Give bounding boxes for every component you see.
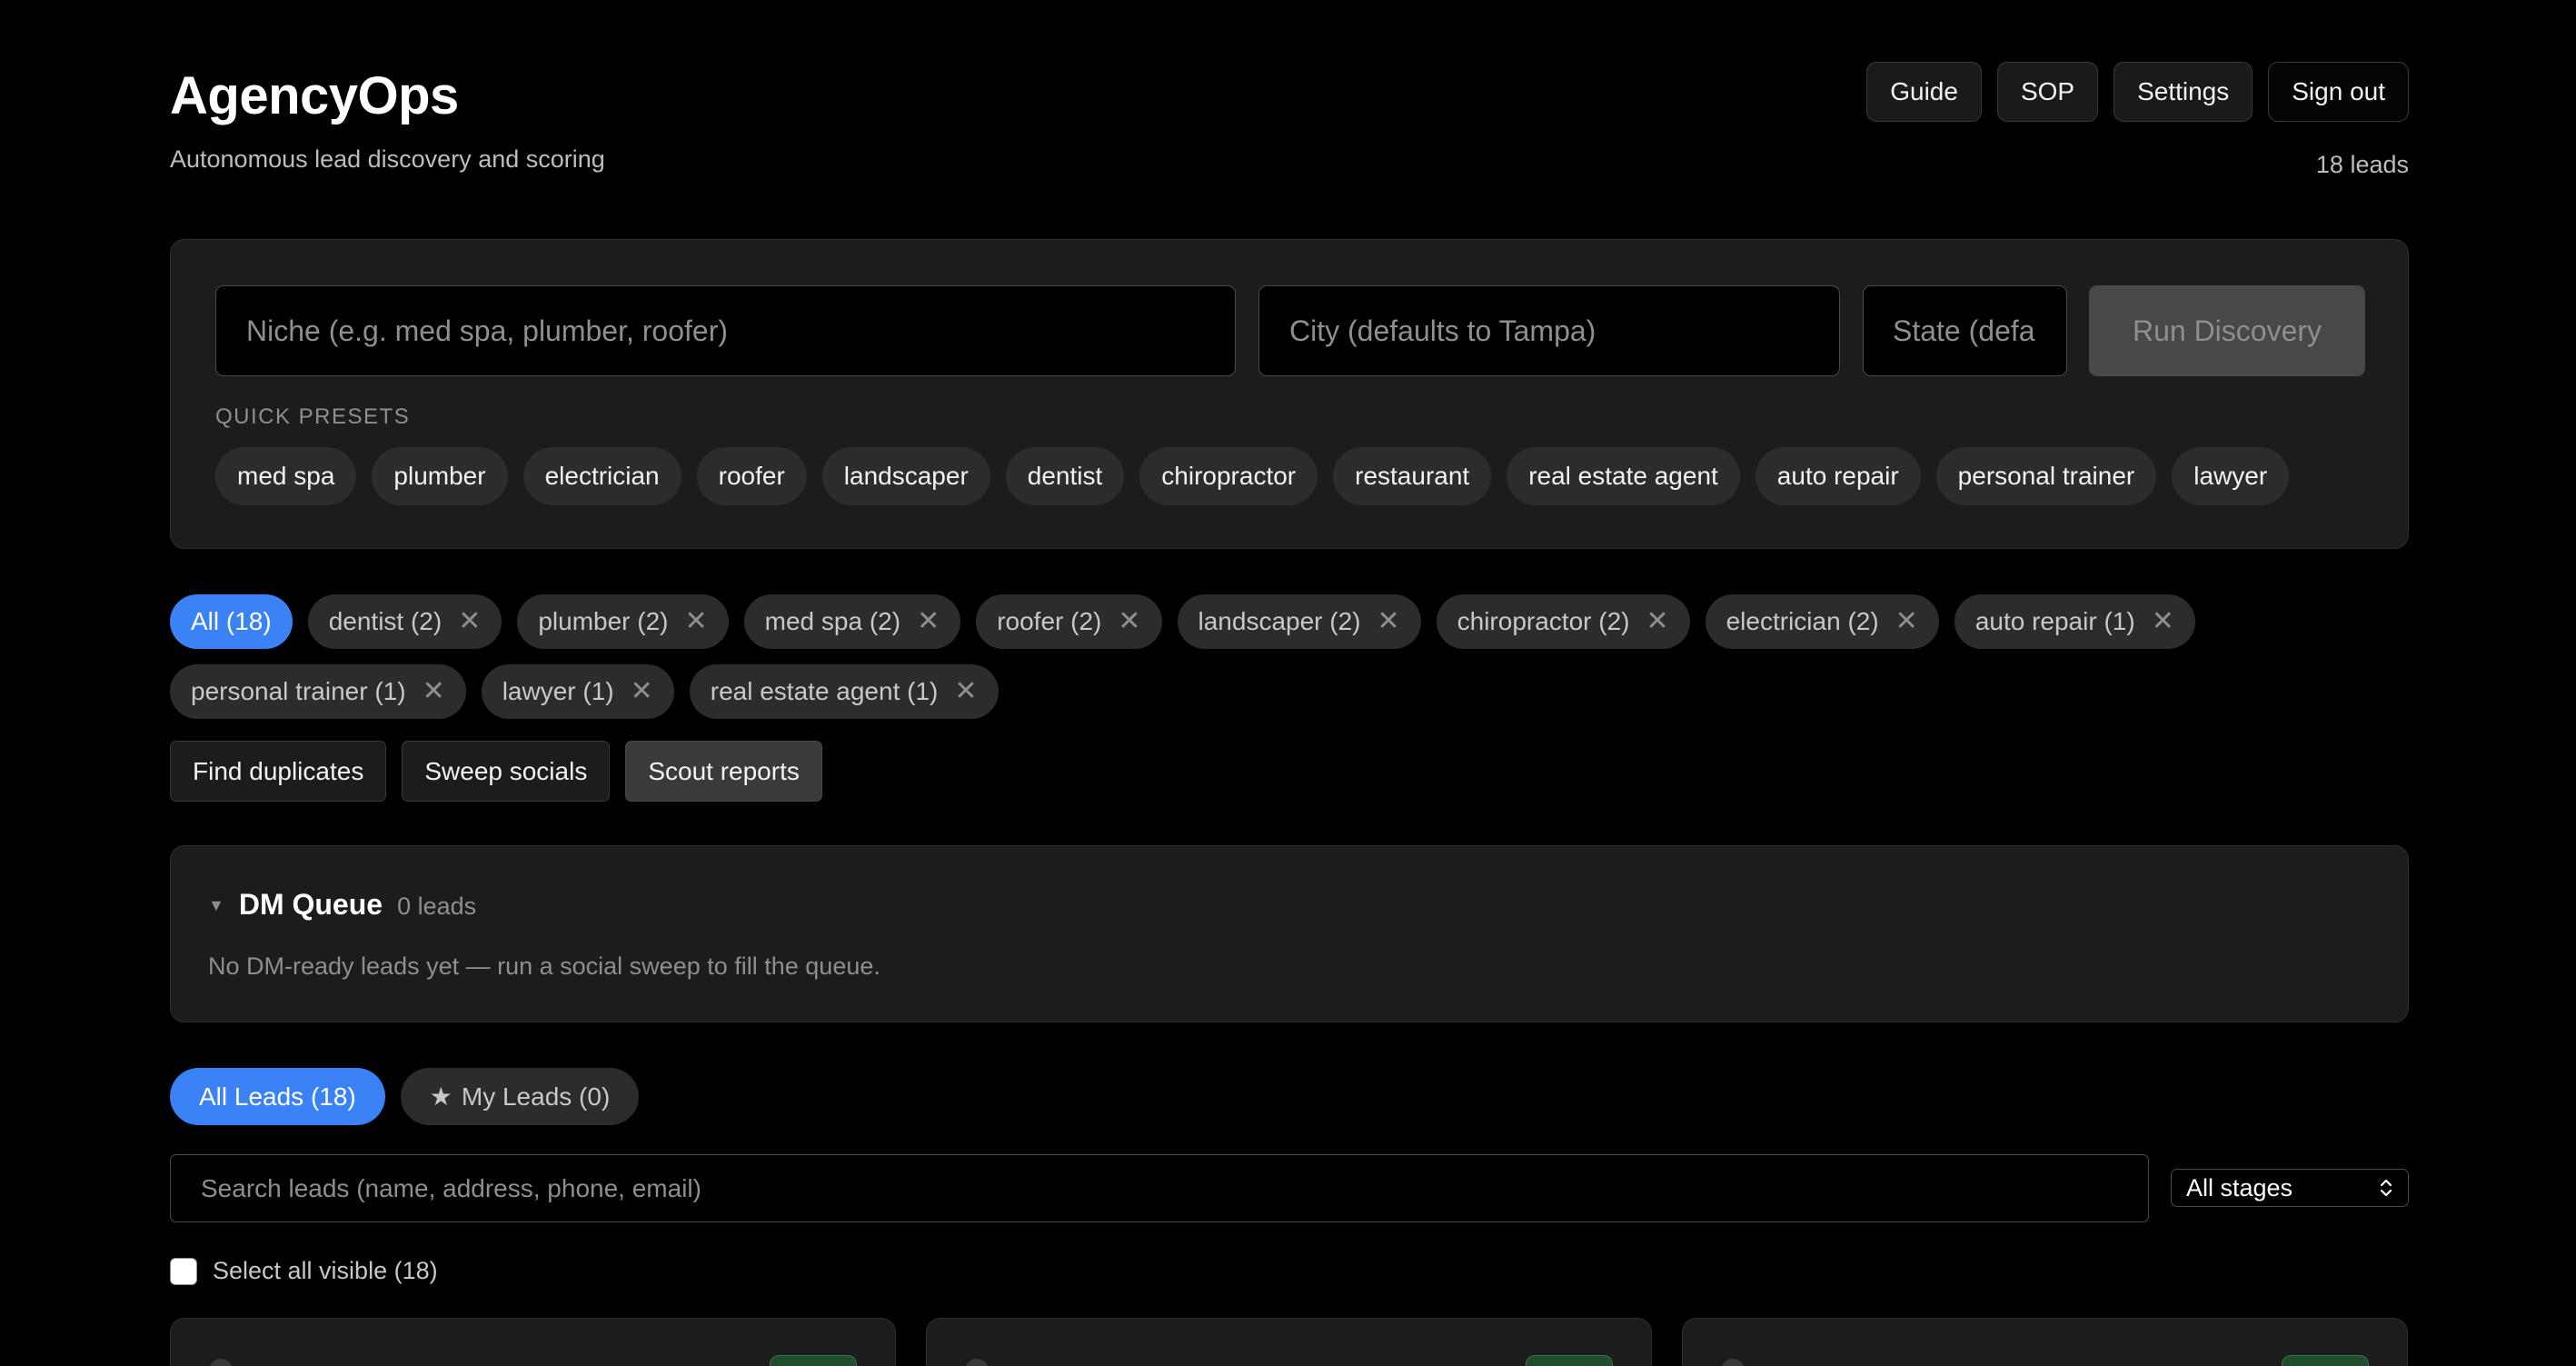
preset-roofer[interactable]: roofer (696, 447, 807, 505)
preset-restaurant[interactable]: restaurant (1333, 447, 1492, 505)
filter-label: auto repair (1) (1974, 607, 2135, 635)
stage-select-value: All stages (2186, 1173, 2293, 1201)
leads-tabs: All Leads (18) ★ My Leads (0) (170, 1068, 640, 1125)
dm-queue-empty-message: No DM-ready leads yet — run a social swe… (208, 952, 880, 980)
city-input[interactable] (1258, 285, 1840, 376)
select-all-checkbox[interactable] (170, 1257, 197, 1285)
close-icon[interactable]: ✕ (1118, 608, 1140, 635)
close-icon[interactable]: ✕ (685, 608, 708, 635)
tab-my-leads-label: My Leads (0) (461, 1082, 611, 1111)
preset-med-spa[interactable]: med spa (215, 447, 357, 505)
avatar (965, 1359, 989, 1366)
header-nav: Guide SOP Settings Sign out (1866, 62, 2409, 122)
filter-label: landscaper (2) (1198, 607, 1361, 635)
filter-label: roofer (2) (997, 607, 1102, 635)
dm-queue-panel: ▼ DM Queue 0 leads No DM-ready leads yet… (170, 845, 2409, 1022)
lead-count: 18 leads (2315, 151, 2409, 178)
stage-select[interactable]: All stages (2171, 1169, 2409, 1207)
settings-button[interactable]: Settings (2114, 62, 2253, 122)
guide-button[interactable]: Guide (1866, 62, 1982, 122)
close-icon[interactable]: ✕ (917, 608, 940, 635)
lead-card[interactable] (926, 1318, 1652, 1366)
filter-label: real estate agent (1) (710, 677, 939, 705)
filter-label: dentist (2) (328, 607, 443, 635)
filter-plumber[interactable]: plumber (2) ✕ (517, 594, 729, 649)
filter-all[interactable]: All (18) (170, 594, 293, 649)
preset-dentist[interactable]: dentist (1005, 447, 1125, 505)
page: AgencyOps Autonomous lead discovery and … (0, 0, 2576, 1366)
app-title: AgencyOps (170, 66, 459, 125)
sweep-socials-button[interactable]: Sweep socials (402, 741, 611, 802)
filter-row: personal trainer (1) ✕ lawyer (1) ✕ real e… (170, 664, 2409, 719)
score-badge (2282, 1355, 2369, 1366)
filter-med-spa[interactable]: med spa (2) ✕ (743, 594, 961, 649)
sop-button[interactable]: SOP (1996, 62, 2099, 122)
preset-electrician[interactable]: electrician (522, 447, 681, 505)
preset-auto-repair[interactable]: auto repair (1755, 447, 1921, 505)
sign-out-button[interactable]: Sign out (2268, 62, 2409, 122)
filter-personal-trainer[interactable]: personal trainer (1) ✕ (170, 664, 466, 719)
select-all-row: Select all visible (18) (170, 1257, 438, 1285)
filter-dentist[interactable]: dentist (2) ✕ (307, 594, 502, 649)
filter-label: med spa (2) (764, 607, 901, 635)
tab-all-leads[interactable]: All Leads (18) (170, 1068, 385, 1125)
filter-electrician[interactable]: electrician (2) ✕ (1705, 594, 1939, 649)
avatar (209, 1359, 233, 1366)
close-icon[interactable]: ✕ (631, 678, 653, 705)
close-icon[interactable]: ✕ (954, 678, 977, 705)
close-icon[interactable]: ✕ (1895, 608, 1918, 635)
niche-input[interactable] (215, 285, 1236, 376)
filter-label: electrician (2) (1726, 607, 1879, 635)
filter-chiropractor[interactable]: chiropractor (2) ✕ (1436, 594, 1690, 649)
scout-reports-button[interactable]: Scout reports (625, 741, 822, 802)
dm-queue-count: 0 leads (397, 892, 477, 920)
search-leads-input[interactable] (170, 1154, 2149, 1222)
filter-roofer[interactable]: roofer (2) ✕ (976, 594, 1162, 649)
discovery-panel: Run Discovery QUICK PRESETS med spa plum… (170, 239, 2409, 549)
score-badge (770, 1355, 857, 1366)
preset-lawyer[interactable]: lawyer (2172, 447, 2290, 505)
bulk-actions: Find duplicates Sweep socials Scout repo… (170, 741, 822, 802)
chevron-up-down-icon (2379, 1177, 2393, 1199)
lead-card[interactable] (1682, 1318, 2408, 1366)
filter-row: All (18) dentist (2) ✕ plumber (2) ✕ med s… (170, 594, 2409, 649)
chevron-up-down-svg (2380, 1179, 2392, 1197)
preset-plumber[interactable]: plumber (372, 447, 508, 505)
close-icon[interactable]: ✕ (458, 608, 481, 635)
close-icon[interactable]: ✕ (423, 678, 445, 705)
caret-down-icon[interactable]: ▼ (208, 896, 224, 915)
close-icon[interactable]: ✕ (1646, 608, 1668, 635)
lead-cards (170, 1318, 2408, 1366)
score-badge (1526, 1355, 1613, 1366)
app-subtitle: Autonomous lead discovery and scoring (170, 145, 605, 173)
preset-chiropractor[interactable]: chiropractor (1139, 447, 1318, 505)
filter-label: chiropractor (2) (1457, 607, 1630, 635)
filter-auto-repair[interactable]: auto repair (1) ✕ (1954, 594, 2195, 649)
close-icon[interactable]: ✕ (2152, 608, 2174, 635)
preset-personal-trainer[interactable]: personal trainer (1935, 447, 2157, 505)
filter-real-estate-agent[interactable]: real estate agent (1) ✕ (689, 664, 999, 719)
lead-card[interactable] (170, 1318, 896, 1366)
close-icon[interactable]: ✕ (1377, 608, 1399, 635)
filter-label: personal trainer (1) (191, 677, 406, 705)
preset-real-estate-agent[interactable]: real estate agent (1507, 447, 1740, 505)
filter-label: lawyer (1) (502, 677, 614, 705)
preset-landscaper[interactable]: landscaper (821, 447, 990, 505)
dm-queue-header[interactable]: ▼ DM Queue 0 leads (208, 888, 476, 922)
dm-queue-title: DM Queue (238, 888, 383, 921)
state-input[interactable] (1863, 285, 2067, 376)
filter-landscaper[interactable]: landscaper (2) ✕ (1177, 594, 1421, 649)
filter-lawyer[interactable]: lawyer (1) ✕ (481, 664, 674, 719)
run-discovery-button[interactable]: Run Discovery (2089, 285, 2365, 376)
star-icon: ★ (429, 1082, 453, 1111)
niche-filters: All (18) dentist (2) ✕ plumber (2) ✕ med s… (170, 594, 2409, 734)
quick-presets: med spa plumber electrician roofer lands… (215, 447, 2290, 505)
avatar (1721, 1359, 1745, 1366)
tab-my-leads[interactable]: ★ My Leads (0) (400, 1068, 640, 1125)
filter-label: plumber (2) (538, 607, 669, 635)
quick-presets-label: QUICK PRESETS (215, 404, 411, 429)
find-duplicates-button[interactable]: Find duplicates (170, 741, 387, 802)
select-all-label: Select all visible (18) (213, 1257, 438, 1284)
